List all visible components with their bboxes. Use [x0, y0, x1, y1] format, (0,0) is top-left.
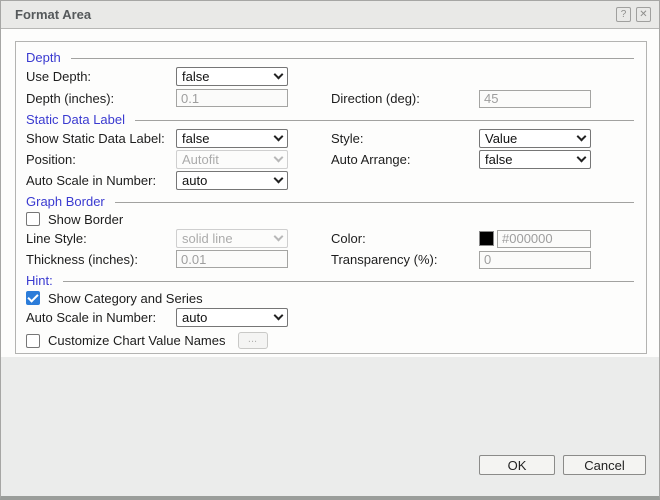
chevron-down-icon [274, 174, 284, 184]
cancel-button[interactable]: Cancel [563, 455, 646, 475]
show-border-label: Show Border [48, 212, 123, 227]
show-static-data-label-label: Show Static Data Label: [26, 131, 176, 146]
transparency-label: Transparency (%): [331, 252, 479, 267]
chevron-down-icon [274, 70, 284, 80]
options-groupbox: Depth Use Depth: false Depth (inches): D… [15, 41, 647, 354]
section-title-depth: Depth [26, 50, 61, 65]
direction-input [479, 90, 591, 108]
transparency-input [479, 251, 591, 269]
depth-inches-input [176, 89, 288, 107]
section-header-hint: Hint: [26, 272, 636, 288]
color-hex-input [497, 230, 591, 248]
line-style-label: Line Style: [26, 231, 176, 246]
help-icon[interactable]: ? [616, 7, 631, 22]
chevron-down-icon [577, 153, 587, 163]
row-auto-scale-sdl: Auto Scale in Number: auto [26, 171, 636, 190]
position-select: Autofit [176, 150, 288, 169]
section-header-graph-border: Graph Border [26, 193, 636, 209]
format-area-dialog: Format Area ? ✕ Depth Use Depth: false [0, 0, 660, 500]
color-swatch [479, 231, 494, 246]
thickness-input [176, 250, 288, 268]
chevron-down-icon [274, 153, 284, 163]
direction-label: Direction (deg): [331, 91, 479, 106]
row-show-category-series: Show Category and Series [26, 291, 636, 305]
close-icon[interactable]: ✕ [636, 7, 651, 22]
chevron-down-icon [274, 132, 284, 142]
section-header-static-data-label: Static Data Label [26, 111, 636, 127]
use-depth-select[interactable]: false [176, 67, 288, 86]
row-depth-inches: Depth (inches): Direction (deg): [26, 89, 636, 108]
row-position: Position: Autofit Auto Arrange: false [26, 150, 636, 169]
row-auto-scale-hint: Auto Scale in Number: auto [26, 308, 636, 327]
customize-chart-value-names-checkbox[interactable] [26, 334, 40, 348]
section-title-hint: Hint: [26, 273, 53, 288]
section-rule [71, 58, 634, 59]
section-title-static-data-label: Static Data Label [26, 112, 125, 127]
auto-arrange-label: Auto Arrange: [331, 152, 479, 167]
position-label: Position: [26, 152, 176, 167]
customize-chart-value-names-label: Customize Chart Value Names [48, 333, 226, 348]
auto-arrange-select[interactable]: false [479, 150, 591, 169]
row-show-border: Show Border [26, 212, 636, 226]
color-label: Color: [331, 231, 479, 246]
auto-scale-sdl-select[interactable]: auto [176, 171, 288, 190]
chevron-down-icon [577, 132, 587, 142]
chevron-down-icon [274, 311, 284, 321]
titlebar: Format Area ? ✕ [1, 1, 659, 29]
row-thickness: Thickness (inches): Transparency (%): [26, 250, 636, 269]
section-rule [115, 202, 634, 203]
auto-scale-hint-label: Auto Scale in Number: [26, 310, 176, 325]
dialog-title: Format Area [15, 7, 611, 22]
ellipsis-button: ... [238, 332, 268, 349]
auto-scale-hint-select[interactable]: auto [176, 308, 288, 327]
ok-button[interactable]: OK [479, 455, 555, 475]
style-label: Style: [331, 131, 479, 146]
row-show-static-data-label: Show Static Data Label: false Style: Val… [26, 129, 636, 148]
style-select[interactable]: Value [479, 129, 591, 148]
show-category-series-checkbox[interactable] [26, 291, 40, 305]
section-rule [135, 120, 634, 121]
section-rule [63, 281, 634, 282]
row-use-depth: Use Depth: false [26, 67, 636, 86]
dialog-body: Depth Use Depth: false Depth (inches): D… [1, 29, 659, 357]
section-title-graph-border: Graph Border [26, 194, 105, 209]
thickness-label: Thickness (inches): [26, 252, 176, 267]
show-category-series-label: Show Category and Series [48, 291, 203, 306]
line-style-select: solid line [176, 229, 288, 248]
row-customize-chart-value-names: Customize Chart Value Names ... [26, 332, 636, 349]
show-border-checkbox[interactable] [26, 212, 40, 226]
section-header-depth: Depth [26, 49, 636, 65]
auto-scale-sdl-label: Auto Scale in Number: [26, 173, 176, 188]
row-line-style: Line Style: solid line Color: [26, 229, 636, 248]
depth-inches-label: Depth (inches): [26, 91, 176, 106]
chevron-down-icon [274, 232, 284, 242]
use-depth-label: Use Depth: [26, 69, 176, 84]
show-static-data-label-select[interactable]: false [176, 129, 288, 148]
